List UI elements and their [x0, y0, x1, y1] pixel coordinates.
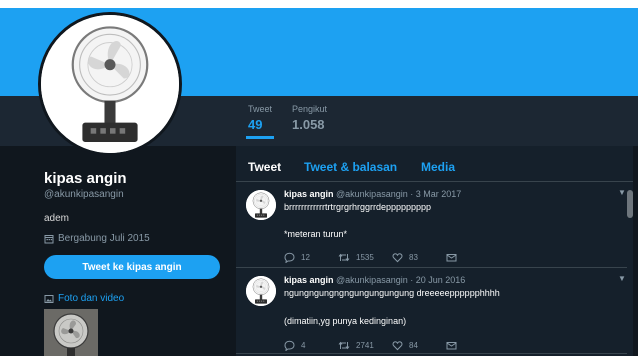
profile-joined: Bergabung Juli 2015	[44, 233, 150, 244]
retweet-count: 2741	[356, 341, 374, 350]
reply-icon	[284, 340, 295, 351]
retweet-icon	[338, 341, 350, 350]
tweet-text-line-2: (dimatiin,yg punya kedinginan)	[284, 316, 407, 326]
retweet-button[interactable]: 1535	[338, 252, 392, 263]
tweet-to-button[interactable]: Tweet ke kipas angin	[44, 255, 220, 279]
profile-page: Tweet 49 Pengikut 1.058 kipas angin @aku…	[0, 8, 638, 356]
calendar-icon	[44, 234, 54, 243]
tweet-author-name[interactable]: kipas angin	[284, 275, 334, 285]
stat-followers-value: 1.058	[292, 117, 325, 132]
tab-tweets-and-replies[interactable]: Tweet & balasan	[304, 160, 397, 174]
direct-message-button[interactable]	[446, 252, 500, 263]
photos-videos-link[interactable]: Foto dan video	[44, 293, 124, 304]
message-icon	[446, 342, 457, 350]
tweet-text-line-1: ngungngungngngungungungung dreeeeepppppp…	[284, 288, 500, 298]
like-button[interactable]: 84	[392, 340, 446, 351]
tweet-header: kipas angin @akunkipasangin · 3 Mar 2017	[284, 189, 461, 199]
tweet-author-avatar[interactable]	[246, 276, 276, 306]
stat-tweets[interactable]: Tweet 49	[248, 104, 272, 132]
profile-avatar[interactable]	[38, 12, 182, 156]
tweet-author-name[interactable]: kipas angin	[284, 189, 334, 199]
tweet-actions: 4 2741 84	[284, 340, 500, 351]
tweet-date[interactable]: 20 Jun 2016	[416, 275, 466, 285]
stat-active-underline	[246, 136, 274, 139]
heart-icon	[392, 341, 403, 351]
reply-count: 4	[301, 341, 306, 350]
media-thumbnail[interactable]	[44, 309, 98, 356]
stat-tweets-label: Tweet	[248, 104, 273, 114]
timeline-panel: Tweet Tweet & balasan Media kipas angin …	[236, 146, 633, 356]
tweet-item[interactable]: kipas angin @akunkipasangin · 3 Mar 2017…	[236, 182, 633, 268]
tweet-author-avatar[interactable]	[246, 190, 276, 220]
retweet-count: 1535	[356, 253, 374, 262]
scrollbar-thumb[interactable]	[627, 190, 633, 218]
tweet-text-line-2: *meteran turun*	[284, 229, 348, 239]
tab-media[interactable]: Media	[421, 160, 455, 174]
like-button[interactable]: 83	[392, 252, 446, 263]
like-count: 84	[409, 341, 418, 350]
profile-handle[interactable]: @akunkipasangin	[44, 189, 124, 200]
image-icon	[44, 294, 54, 303]
profile-bio: adem	[44, 213, 70, 224]
tweet-actions: 12 1535 83	[284, 252, 500, 263]
direct-message-button[interactable]	[446, 340, 500, 351]
reply-button[interactable]: 4	[284, 340, 338, 351]
retweet-button[interactable]: 2741	[338, 340, 392, 351]
tweet-header: kipas angin @akunkipasangin · 20 Jun 201…	[284, 275, 465, 285]
tweet-author-handle[interactable]: @akunkipasangin	[336, 189, 408, 199]
tweet-dot-separator: ·	[410, 189, 414, 199]
tweet-text-line-1: brrrrrrrrrrrrtrtrgrgrhrggrrdeppppppppp	[284, 202, 432, 212]
profile-joined-text: Bergabung Juli 2015	[58, 233, 150, 244]
retweet-icon	[338, 253, 350, 262]
tweet-author-handle[interactable]: @akunkipasangin	[336, 275, 408, 285]
tweet-item[interactable]: kipas angin @akunkipasangin · 20 Jun 201…	[236, 268, 633, 354]
profile-name: kipas angin	[44, 170, 127, 187]
tweet-dot-separator: ·	[410, 275, 414, 285]
stat-tweets-value: 49	[248, 117, 263, 132]
reply-icon	[284, 252, 295, 263]
stat-followers[interactable]: Pengikut 1.058	[292, 104, 327, 132]
reply-button[interactable]: 12	[284, 252, 338, 263]
stat-followers-label: Pengikut	[292, 104, 328, 114]
message-icon	[446, 254, 457, 262]
timeline-tabs: Tweet Tweet & balasan Media	[236, 146, 633, 182]
heart-icon	[392, 253, 403, 263]
like-count: 83	[409, 253, 418, 262]
chevron-down-icon[interactable]: ▼	[618, 274, 626, 283]
tab-tweets[interactable]: Tweet	[248, 160, 281, 174]
tweet-date[interactable]: 3 Mar 2017	[416, 189, 462, 199]
chevron-down-icon[interactable]: ▼	[618, 188, 626, 197]
photos-videos-label: Foto dan video	[58, 293, 125, 304]
reply-count: 12	[301, 253, 310, 262]
